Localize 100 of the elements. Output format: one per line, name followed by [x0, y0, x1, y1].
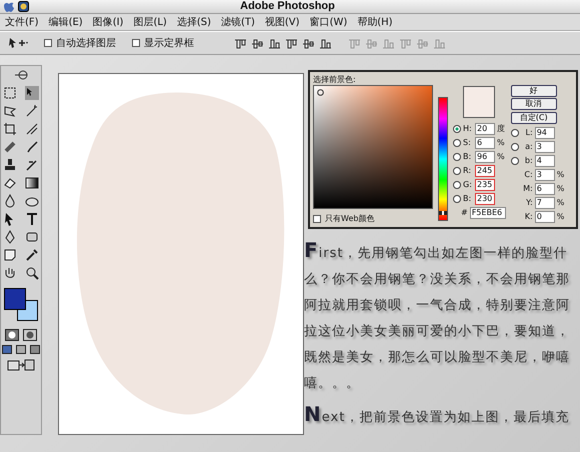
- slice-icon[interactable]: [25, 122, 39, 136]
- menu-item[interactable]: 图层(L): [128, 14, 172, 30]
- standard-mode-icon[interactable]: [5, 329, 19, 341]
- menu-item[interactable]: 选择(S): [172, 14, 216, 30]
- zoom-icon[interactable]: [25, 266, 39, 280]
- eyedropper-icon[interactable]: [25, 248, 39, 262]
- hex-label: #: [461, 207, 468, 219]
- input-field[interactable]: 0: [534, 211, 555, 223]
- unit-label: %: [556, 197, 564, 209]
- eraser-icon[interactable]: [3, 176, 17, 190]
- dialog-button[interactable]: 自定(C): [510, 112, 557, 124]
- field-label: R:: [463, 165, 472, 177]
- history-brush-icon[interactable]: [25, 158, 39, 172]
- apple-icon[interactable]: [4, 1, 14, 12]
- align-icon[interactable]: [268, 38, 281, 48]
- rectangle-icon[interactable]: [25, 230, 39, 244]
- input-field[interactable]: 20: [475, 123, 495, 135]
- field-label: M:: [522, 183, 533, 195]
- checkbox[interactable]: [132, 39, 140, 47]
- field-label: b:: [524, 155, 533, 167]
- lasso-icon[interactable]: [3, 104, 17, 118]
- menu-item[interactable]: 窗口(W): [304, 14, 352, 30]
- hex-field[interactable]: F5EBE6: [470, 207, 506, 219]
- input-field[interactable]: 96: [475, 151, 495, 163]
- align-icon[interactable]: [251, 38, 264, 48]
- checkbox[interactable]: [44, 39, 52, 47]
- field-label: B:: [463, 193, 472, 205]
- align-icon[interactable]: [319, 38, 332, 48]
- quick-mask-icon[interactable]: [23, 329, 37, 341]
- dialog-button[interactable]: 取消: [510, 98, 557, 110]
- field-label: C:: [523, 169, 533, 181]
- input-field[interactable]: 4: [534, 155, 555, 167]
- radio-button[interactable]: [510, 143, 519, 151]
- input-field[interactable]: 3: [534, 141, 555, 153]
- checkbox-label: 自动选择图层: [56, 36, 116, 50]
- radio-button[interactable]: [453, 139, 461, 147]
- color-field[interactable]: [313, 85, 433, 209]
- checkbox[interactable]: [313, 215, 321, 223]
- brush-icon[interactable]: [25, 140, 39, 154]
- slider-thumb[interactable]: [439, 210, 447, 215]
- input-field[interactable]: 6: [534, 183, 555, 195]
- unit-label: %: [556, 169, 564, 181]
- menu-item[interactable]: 视图(V): [260, 14, 305, 30]
- radio-button[interactable]: [453, 125, 461, 133]
- radio-button[interactable]: [510, 157, 519, 165]
- align-icon[interactable]: [285, 38, 298, 48]
- foreground-color-swatch[interactable]: [4, 288, 26, 310]
- color-preview: [463, 86, 495, 118]
- pen-icon[interactable]: [3, 230, 17, 244]
- align-icon[interactable]: [302, 38, 315, 48]
- input-field[interactable]: 235: [475, 179, 495, 191]
- unit-label: %: [556, 211, 564, 223]
- input-field[interactable]: 94: [534, 127, 555, 139]
- unit-label: %: [497, 151, 505, 163]
- menu-item[interactable]: 帮助(H): [352, 14, 398, 30]
- note-icon[interactable]: [3, 248, 17, 262]
- app-icon[interactable]: [18, 1, 29, 12]
- field-label: a:: [524, 141, 533, 153]
- gradient-icon[interactable]: [25, 176, 39, 190]
- move-icon[interactable]: [25, 86, 39, 100]
- unit-label: 度: [497, 123, 505, 135]
- unit-label: %: [556, 183, 564, 195]
- align-icon[interactable]: [234, 38, 247, 48]
- input-field[interactable]: 7: [534, 197, 555, 209]
- input-field[interactable]: 3: [534, 169, 555, 181]
- field-label: K:: [524, 211, 533, 223]
- marquee-icon[interactable]: [3, 86, 17, 100]
- input-field[interactable]: 230: [475, 193, 495, 205]
- crop-icon[interactable]: [3, 122, 17, 136]
- jump-to-icon[interactable]: [6, 358, 36, 372]
- field-label: L:: [524, 127, 533, 139]
- field-label: Y:: [525, 197, 533, 209]
- bandage-icon[interactable]: [3, 140, 17, 154]
- menu-item[interactable]: 滤镜(T): [216, 14, 260, 30]
- menu-item[interactable]: 编辑(E): [44, 14, 88, 30]
- radio-button[interactable]: [453, 153, 461, 161]
- window-title: Adobe Photoshop: [240, 0, 335, 14]
- field-label: G:: [463, 179, 473, 191]
- move-tool-icon[interactable]: [8, 37, 28, 49]
- radio-button[interactable]: [453, 195, 461, 203]
- menu-item[interactable]: 文件(F): [0, 14, 44, 30]
- input-field[interactable]: 245: [475, 165, 495, 177]
- checkbox-label: 显示定界框: [144, 36, 194, 50]
- menu-item[interactable]: 图像(I): [88, 14, 128, 30]
- input-field[interactable]: 6: [475, 137, 495, 149]
- stamp-icon[interactable]: [3, 158, 17, 172]
- dialog-button[interactable]: 好: [510, 85, 557, 97]
- radio-button[interactable]: [510, 129, 519, 137]
- radio-button[interactable]: [453, 181, 461, 189]
- drop-icon[interactable]: [3, 194, 17, 208]
- color-marker-icon: [317, 89, 324, 96]
- field-label: H:: [463, 123, 473, 135]
- paragraph: Next，把前景色设置为如上图，最后填充: [304, 401, 570, 428]
- paragraph: First，先用钢笔勾出如左图一样的脸型什么？你不会用钢笔？没关系，不会用钢笔那阿拉就用套锁呗，一气合成，特别要注意阿拉这位小美女美丽可爱的小下巴，要知道，既然是美女，那怎么可以脸型不美尼，咿嘻嘻。。。: [304, 237, 571, 393]
- hue-slider[interactable]: [438, 97, 448, 221]
- dialog-title: 选择前景色:: [313, 74, 357, 85]
- type-icon[interactable]: [25, 212, 39, 226]
- magic-wand-icon[interactable]: [25, 104, 39, 118]
- radio-button[interactable]: [453, 167, 461, 175]
- hand-icon[interactable]: [3, 266, 17, 280]
